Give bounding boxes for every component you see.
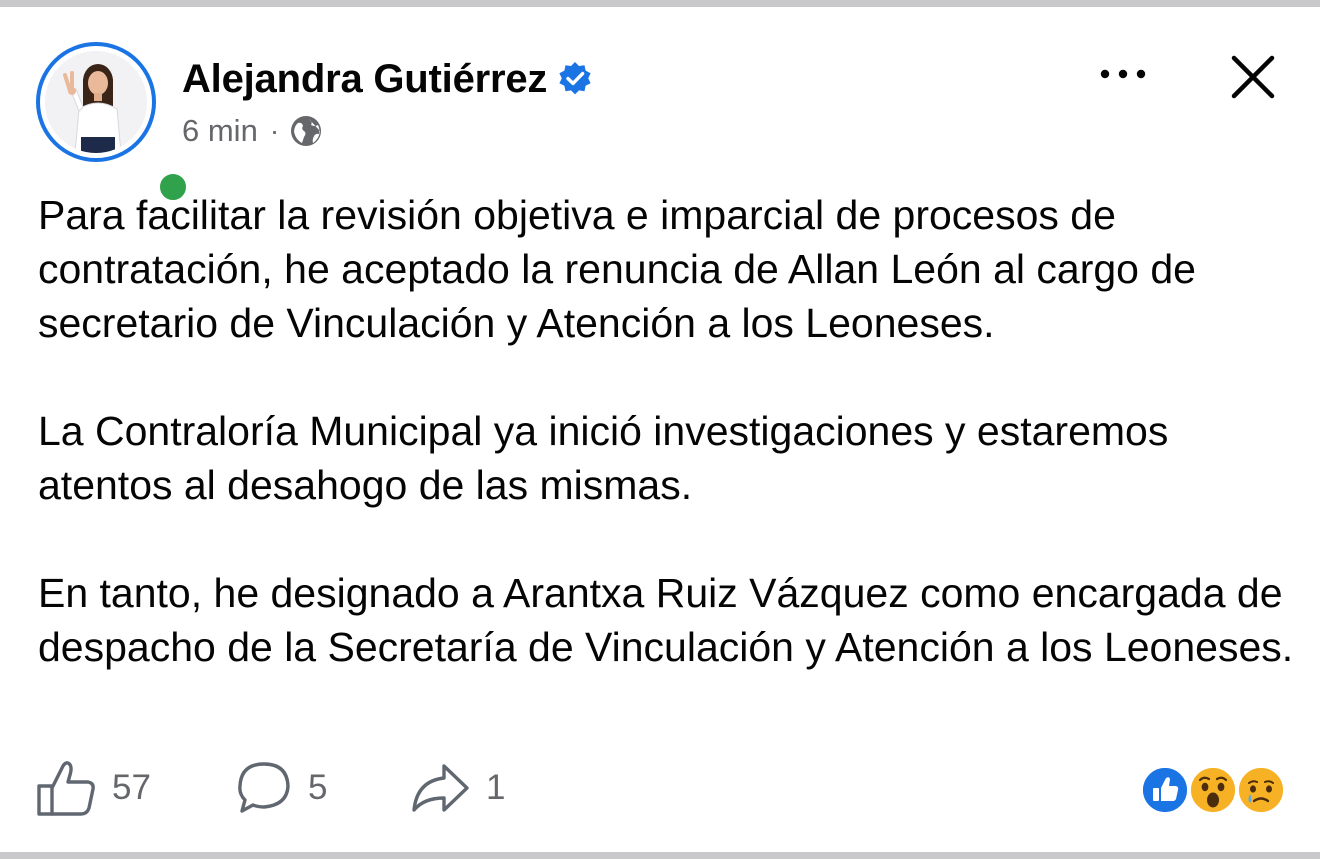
post-timestamp[interactable]: 6 min — [182, 113, 258, 149]
sad-reaction-icon — [1236, 765, 1286, 815]
author-avatar[interactable] — [36, 42, 191, 205]
wow-reaction-icon — [1188, 765, 1238, 815]
meta-separator: · — [269, 115, 280, 146]
like-count: 57 — [112, 768, 151, 807]
share-count: 1 — [486, 768, 506, 807]
author-name[interactable]: Alejandra Gutiérrez — [182, 57, 547, 102]
comment-count: 5 — [308, 768, 328, 807]
comment-bubble-icon — [238, 762, 290, 813]
reactions-summary[interactable] — [1140, 765, 1290, 817]
avatar-portrait — [45, 51, 147, 153]
globe-icon[interactable] — [289, 114, 323, 148]
post-paragraph-1: Para facilitar la revisión objetiva e im… — [38, 192, 1196, 346]
post-paragraph-2: La Contraloría Municipal ya inició inves… — [38, 408, 1169, 508]
close-icon — [1231, 55, 1275, 99]
share-button[interactable]: 1 — [410, 758, 505, 818]
like-reaction-icon — [1140, 765, 1190, 815]
like-button[interactable]: 57 — [36, 758, 151, 818]
top-divider — [0, 0, 1320, 7]
more-dots-icon — [1100, 69, 1146, 79]
post-paragraph-3: En tanto, he designado a Arantxa Ruiz Vá… — [38, 570, 1294, 670]
verified-badge-icon — [557, 61, 593, 97]
thumbs-up-icon — [37, 761, 95, 816]
post-meta: 6 min · — [182, 110, 323, 152]
comment-button[interactable]: 5 — [234, 758, 327, 818]
close-button[interactable] — [1222, 46, 1284, 108]
post-body: Para facilitar la revisión objetiva e im… — [38, 188, 1298, 674]
more-options-button[interactable] — [1088, 52, 1158, 96]
avatar-photo — [45, 51, 147, 153]
bottom-divider — [0, 852, 1320, 859]
share-arrow-icon — [412, 764, 469, 812]
author-header: Alejandra Gutiérrez — [182, 54, 593, 104]
